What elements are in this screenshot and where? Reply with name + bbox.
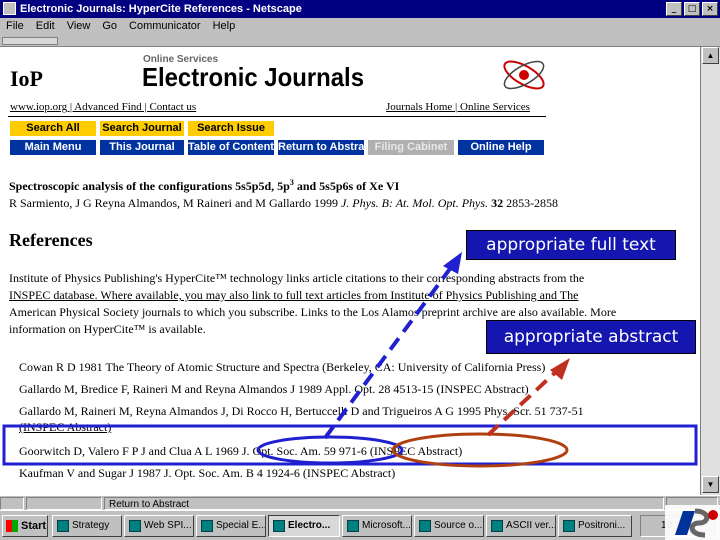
taskbar-button[interactable]: Microsoft... — [342, 515, 412, 537]
search-all-button[interactable]: Search All — [10, 121, 96, 136]
corner-logo-icon — [665, 505, 720, 540]
table-of-contents-button[interactable]: Table of Contents — [188, 140, 274, 155]
iop-logo: IoP — [10, 66, 43, 91]
header-links-right[interactable]: Journals Home | Online Services — [386, 101, 530, 113]
app-icon — [57, 520, 69, 532]
abstract-callout: appropriate abstract — [486, 320, 696, 354]
scroll-up-icon[interactable]: ▲ — [702, 47, 719, 64]
security-icon[interactable] — [0, 497, 24, 510]
menu-file[interactable]: File — [6, 18, 24, 35]
screen: Electronic Journals: HyperCite Reference… — [0, 0, 720, 540]
divider — [8, 116, 546, 117]
app-icon — [563, 520, 575, 532]
vertical-scrollbar[interactable]: ▲ ▼ — [700, 47, 720, 495]
reference-item-highlighted[interactable]: Goorwitch D, Valero F P J and Clua A L 1… — [19, 444, 462, 459]
netscape-app-icon — [273, 520, 285, 532]
taskbar-button[interactable]: Positroni... — [558, 515, 632, 537]
taskbar-button[interactable]: Web SPI... — [124, 515, 194, 537]
taskbar-button[interactable]: ASCII ver... — [486, 515, 556, 537]
toolbar-grip[interactable] — [2, 37, 58, 45]
app-icon — [347, 520, 359, 532]
window-controls: _ □ × — [666, 2, 718, 16]
status-text: Return to Abstract — [104, 497, 664, 510]
atom-logo-icon — [503, 60, 545, 90]
intro-line-1: Institute of Physics Publishing's HyperC… — [9, 271, 585, 285]
menu-communicator[interactable]: Communicator — [129, 18, 201, 35]
online-help-button[interactable]: Online Help — [458, 140, 544, 155]
full-text-callout: appropriate full text — [466, 230, 676, 260]
search-issue-button[interactable]: Search Issue — [188, 121, 274, 136]
article-authors: R Sarmiento, J G Reyna Almandos, M Raine… — [9, 196, 559, 210]
status-bar: Return to Abstract — [0, 495, 720, 510]
window-title-bar[interactable]: Electronic Journals: HyperCite Reference… — [0, 0, 720, 18]
windows-logo-icon — [6, 520, 18, 532]
references-heading: References — [9, 230, 93, 250]
reference-item-link[interactable]: (INSPEC Abstract) — [19, 420, 111, 435]
taskbar-button[interactable]: Special E... — [196, 515, 266, 537]
reference-item[interactable]: Gallardo M, Bredice F, Raineri M and Rey… — [19, 382, 529, 397]
reference-item: Gallardo M, Raineri M, Reyna Almandos J,… — [19, 404, 584, 418]
taskbar-button-active[interactable]: Electro... — [268, 515, 340, 537]
reference-item[interactable]: Kaufman V and Sugar J 1987 J. Opt. Soc. … — [19, 466, 395, 481]
intro-line-3: American Physical Society journals to wh… — [9, 305, 617, 319]
start-button[interactable]: Start — [2, 515, 48, 537]
filing-cabinet-button: Filing Cabinet — [368, 140, 454, 155]
site-title: Electronic Journals — [142, 62, 365, 92]
taskbar-button[interactable]: Strategy — [52, 515, 122, 537]
menu-view[interactable]: View — [67, 18, 91, 35]
taskbar-button[interactable]: Source o... — [414, 515, 484, 537]
this-journal-button[interactable]: This Journal — [100, 140, 184, 155]
minimize-icon[interactable]: _ — [666, 2, 682, 16]
netscape-icon — [3, 2, 16, 15]
menu-edit[interactable]: Edit — [36, 18, 55, 35]
reference-item: Cowan R D 1981 The Theory of Atomic Stru… — [19, 360, 546, 374]
scroll-down-icon[interactable]: ▼ — [702, 476, 719, 493]
app-icon — [419, 520, 431, 532]
app-icon — [201, 520, 213, 532]
maximize-icon[interactable]: □ — [684, 2, 700, 16]
return-to-abstract-button[interactable]: Return to Abstract — [278, 140, 364, 155]
app-icon — [491, 520, 503, 532]
search-journal-button[interactable]: Search Journal — [100, 121, 184, 136]
collapsed-toolbar — [0, 35, 720, 47]
progress-meter — [26, 497, 102, 510]
article-title: Spectroscopic analysis of the configurat… — [9, 178, 400, 193]
taskbar: Start Strategy Web SPI... Special E... E… — [0, 510, 720, 540]
intro-line-2[interactable]: INSPEC database. Where available, you ma… — [9, 288, 689, 303]
app-icon — [129, 520, 141, 532]
main-menu-button[interactable]: Main Menu — [10, 140, 96, 155]
window-title: Electronic Journals: HyperCite Reference… — [20, 3, 302, 15]
menu-help[interactable]: Help — [213, 18, 236, 35]
header-links-left[interactable]: www.iop.org | Advanced Find | Contact us — [10, 101, 196, 113]
menu-go[interactable]: Go — [102, 18, 117, 35]
menu-bar: File Edit View Go Communicator Help — [0, 18, 720, 35]
close-icon[interactable]: × — [702, 2, 718, 16]
